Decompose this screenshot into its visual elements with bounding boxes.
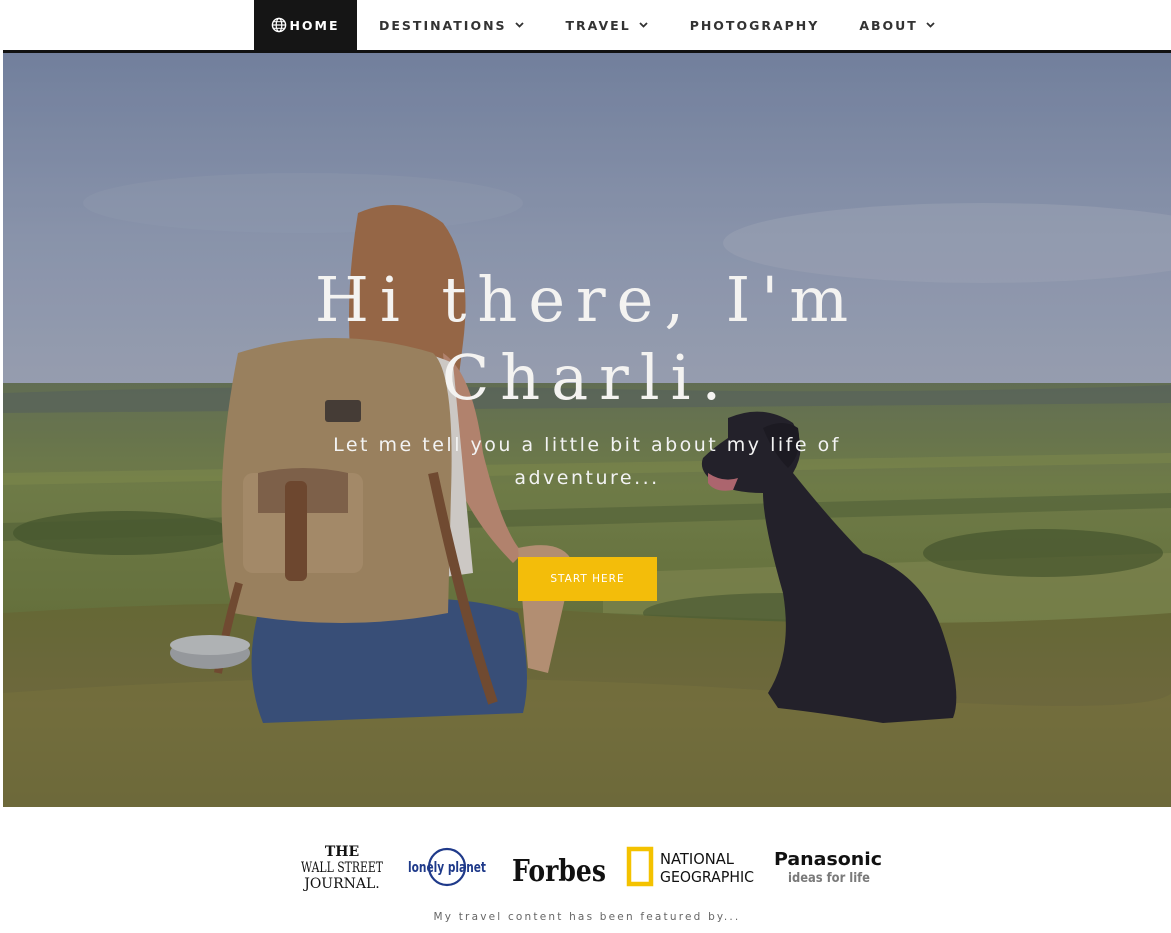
nav-item-destinations[interactable]: DESTINATIONS [359,0,544,50]
svg-text:lonely planet: lonely planet [408,860,486,876]
wall-street-journal-logo: THE WALL STREET JOURNAL. [300,841,384,896]
hero-banner: Hi there, I'm Charli. Let me tell you a … [3,53,1171,807]
svg-text:Panasonic: Panasonic [774,849,882,870]
hero-heading-line2: Charli. [441,341,733,414]
nav-item-travel[interactable]: TRAVEL [544,0,668,50]
nav-item-about[interactable]: ABOUT [839,0,955,50]
svg-text:WALL STREET: WALL STREET [301,860,384,876]
svg-text:THE: THE [325,844,359,860]
start-here-button[interactable]: START HERE [518,557,657,601]
svg-text:GEOGRAPHIC: GEOGRAPHIC [660,868,754,886]
forbes-logo: Forbes [512,849,608,894]
svg-text:Forbes: Forbes [512,854,606,889]
nav-label-destinations: DESTINATIONS [379,17,507,33]
main-navigation: HOME DESTINATIONS TRAVEL PHOTOGRAPHY ABO… [3,0,1171,50]
nav-item-photography[interactable]: PHOTOGRAPHY [668,0,840,50]
panasonic-logo: Panasonic ideas for life [774,847,886,892]
svg-text:ideas for life: ideas for life [788,871,870,886]
hero-subtitle: Let me tell you a little bit about my li… [333,434,841,489]
globe-icon [271,17,287,33]
hero-heading-line1: Hi there, I'm [314,263,860,336]
press-logos: THE WALL STREET JOURNAL. lonely planet F… [300,841,890,897]
lonely-planet-logo: lonely planet [405,846,489,893]
press-caption: My travel content has been featured by..… [433,911,741,923]
svg-text:JOURNAL.: JOURNAL. [302,876,380,891]
chevron-down-icon [926,22,935,28]
nav-label-photography: PHOTOGRAPHY [689,17,820,33]
page: HOME DESTINATIONS TRAVEL PHOTOGRAPHY ABO… [3,0,1171,933]
hero-heading: Hi there, I'm Charli. [3,261,1171,417]
nav-item-home[interactable]: HOME [254,0,357,50]
chevron-down-icon [639,22,648,28]
nav-label-travel: TRAVEL [565,17,631,33]
national-geographic-logo: NATIONAL GEOGRAPHIC [626,846,756,893]
svg-text:NATIONAL: NATIONAL [660,850,735,868]
chevron-down-icon [514,22,524,28]
featured-in-section: THE WALL STREET JOURNAL. lonely planet F… [3,807,1171,933]
nav-label-home: HOME [289,17,340,33]
nav-label-about: ABOUT [859,17,918,33]
